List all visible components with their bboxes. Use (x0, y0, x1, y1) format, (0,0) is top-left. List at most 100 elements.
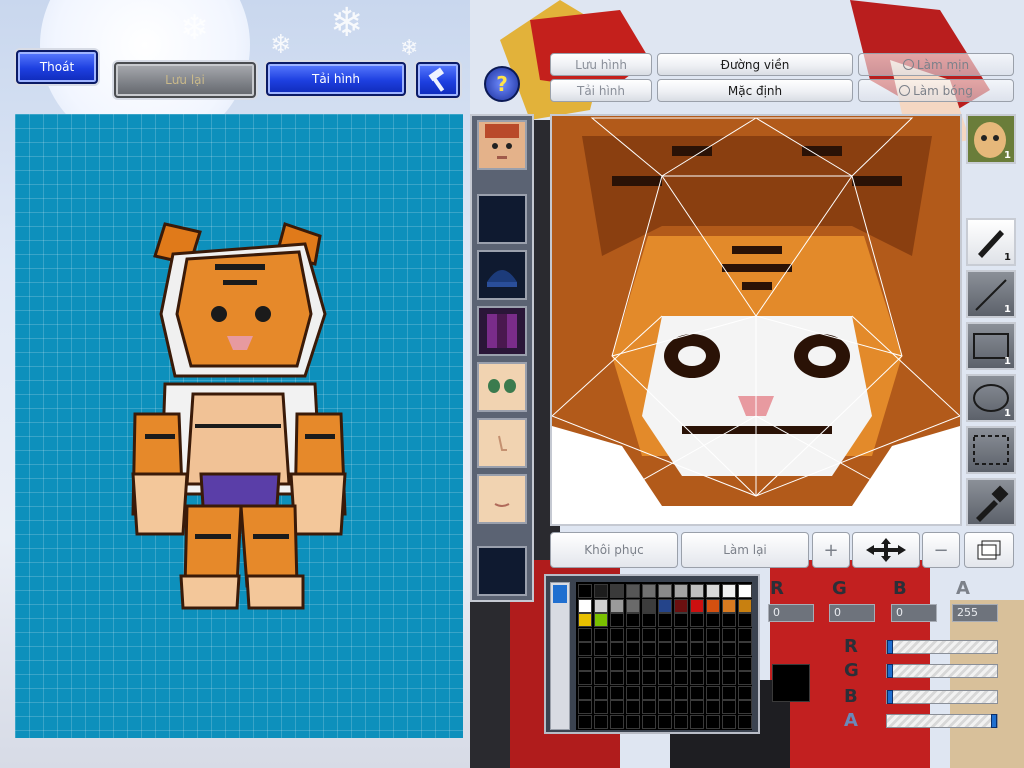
palette-cell[interactable] (578, 598, 592, 613)
palette-cell[interactable] (610, 700, 624, 714)
palette-cell[interactable] (690, 714, 704, 729)
palette-cell[interactable] (578, 714, 592, 729)
part-slot-empty[interactable] (477, 546, 527, 596)
palette-cell[interactable] (642, 656, 656, 671)
palette-cell[interactable] (738, 613, 752, 627)
red-slider[interactable] (886, 640, 998, 654)
palette-cell[interactable] (610, 714, 624, 729)
palette-cell[interactable] (674, 642, 688, 656)
palette-grid[interactable] (576, 582, 752, 730)
palette-cell[interactable] (642, 627, 656, 642)
palette-cell[interactable] (658, 685, 672, 700)
palette-cell[interactable] (674, 584, 688, 598)
palette-cell[interactable] (690, 671, 704, 685)
reload-image-button[interactable]: Tải hình (266, 62, 406, 96)
palette-cell[interactable] (610, 613, 624, 627)
palette-cell[interactable] (626, 627, 640, 642)
palette-cell[interactable] (738, 642, 752, 656)
palette-cell[interactable] (706, 700, 720, 714)
palette-cell[interactable] (626, 642, 640, 656)
palette-cell[interactable] (690, 656, 704, 671)
palette-cell[interactable] (626, 656, 640, 671)
restore-button[interactable]: Khôi phục (550, 532, 678, 568)
green-value-field[interactable]: 0 (829, 604, 875, 622)
pen-tool[interactable]: 1 (966, 218, 1016, 266)
part-slot-nose[interactable] (477, 418, 527, 468)
exit-button[interactable]: Thoát (16, 50, 98, 84)
palette-cell[interactable] (594, 685, 608, 700)
blue-slider-knob[interactable] (887, 690, 893, 704)
palette-cell[interactable] (690, 685, 704, 700)
move-button[interactable] (852, 532, 920, 568)
palette-cell[interactable] (626, 685, 640, 700)
palette-cell[interactable] (578, 656, 592, 671)
palette-cell[interactable] (706, 627, 720, 642)
character-preview-canvas[interactable] (15, 114, 463, 738)
red-slider-knob[interactable] (887, 640, 893, 654)
palette-cell[interactable] (658, 642, 672, 656)
redo-button[interactable]: Làm lại (681, 532, 809, 568)
palette-cell[interactable] (642, 671, 656, 685)
palette-cell[interactable] (642, 598, 656, 613)
palette-cell[interactable] (594, 642, 608, 656)
palette-scroll-thumb[interactable] (553, 585, 567, 603)
palette-cell[interactable] (578, 613, 592, 627)
palette-cell[interactable] (642, 700, 656, 714)
palette-cell[interactable] (594, 627, 608, 642)
alpha-value-field[interactable]: 255 (952, 604, 998, 622)
palette-cell[interactable] (610, 642, 624, 656)
outline-tab[interactable]: Đường viền (657, 53, 853, 76)
rectangle-tool[interactable]: 1 (966, 322, 1016, 370)
palette-cell[interactable] (706, 685, 720, 700)
palette-cell[interactable] (690, 584, 704, 598)
palette-cell[interactable] (578, 685, 592, 700)
palette-cell[interactable] (610, 627, 624, 642)
palette-cell[interactable] (674, 700, 688, 714)
palette-cell[interactable] (674, 714, 688, 729)
blue-slider[interactable] (886, 690, 998, 704)
palette-cell[interactable] (658, 598, 672, 613)
line-tool[interactable]: 1 (966, 270, 1016, 318)
palette-cell[interactable] (722, 627, 736, 642)
hammer-button[interactable] (416, 62, 460, 98)
palette-cell[interactable] (706, 584, 720, 598)
palette-cell[interactable] (674, 613, 688, 627)
palette-cell[interactable] (674, 627, 688, 642)
part-slot-mouth[interactable] (477, 474, 527, 524)
palette-cell[interactable] (722, 613, 736, 627)
part-slot-helmet[interactable] (477, 250, 527, 300)
palette-cell[interactable] (706, 613, 720, 627)
palette-cell[interactable] (690, 700, 704, 714)
zoom-out-button[interactable]: − (922, 532, 960, 568)
palette-cell[interactable] (626, 598, 640, 613)
palette-cell[interactable] (722, 685, 736, 700)
palette-cell[interactable] (594, 700, 608, 714)
zoom-in-button[interactable]: + (812, 532, 850, 568)
palette-cell[interactable] (674, 598, 688, 613)
palette-cell[interactable] (594, 598, 608, 613)
palette-cell[interactable] (578, 700, 592, 714)
palette-cell[interactable] (738, 671, 752, 685)
palette-cell[interactable] (594, 656, 608, 671)
palette-cell[interactable] (658, 656, 672, 671)
palette-cell[interactable] (738, 627, 752, 642)
part-slot-outfit[interactable] (477, 306, 527, 356)
palette-cell[interactable] (690, 613, 704, 627)
palette-cell[interactable] (722, 656, 736, 671)
ellipse-tool[interactable]: 1 (966, 374, 1016, 422)
texture-editor-canvas[interactable] (550, 114, 962, 526)
blue-value-field[interactable]: 0 (891, 604, 937, 622)
palette-cell[interactable] (674, 685, 688, 700)
palette-cell[interactable] (706, 598, 720, 613)
palette-cell[interactable] (578, 627, 592, 642)
palette-scrollbar[interactable] (550, 582, 570, 730)
palette-cell[interactable] (690, 598, 704, 613)
palette-cell[interactable] (594, 714, 608, 729)
palette-cell[interactable] (738, 685, 752, 700)
alpha-slider-knob[interactable] (991, 714, 997, 728)
palette-cell[interactable] (738, 656, 752, 671)
save-button[interactable]: Lưu lại (114, 62, 256, 98)
palette-cell[interactable] (722, 714, 736, 729)
head-thumbnail[interactable]: 1 (966, 114, 1016, 164)
palette-cell[interactable] (594, 613, 608, 627)
